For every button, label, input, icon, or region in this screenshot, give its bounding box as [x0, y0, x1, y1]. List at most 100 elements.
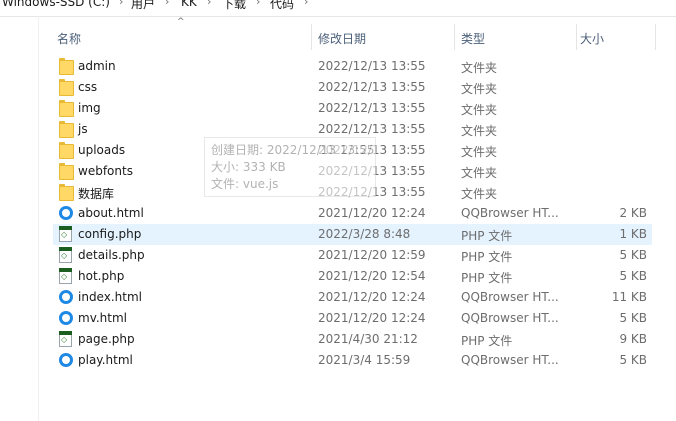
file-row[interactable]: about.html 2021/12/20 12:24 QQBrowser HT..… [53, 203, 652, 224]
file-date: 2021/4/30 21:12 [318, 332, 418, 346]
column-divider[interactable] [454, 24, 455, 50]
folder-icon [59, 121, 74, 138]
php-file-icon [59, 226, 72, 242]
file-row[interactable]: hot.php 2021/12/20 12:54 PHP 文件 5 KB [53, 266, 652, 287]
breadcrumb-downloads[interactable]: 下载 [222, 0, 246, 12]
file-type: QQBrowser HT... [461, 206, 559, 220]
folder-icon [59, 142, 74, 159]
folder-icon [59, 58, 74, 75]
qqbrowser-html-icon [59, 311, 73, 325]
folder-icon [59, 100, 74, 117]
breadcrumb-current[interactable]: 代码 [270, 0, 294, 12]
file-date: 2022/12/13 13:55 [318, 80, 426, 94]
file-name: about.html [78, 206, 144, 220]
qqbrowser-html-icon [59, 353, 73, 367]
file-row[interactable]: page.php 2021/4/30 21:12 PHP 文件 9 KB [53, 329, 652, 350]
chevron-right-icon[interactable]: › [165, 0, 169, 8]
file-date: 2021/12/20 12:54 [318, 269, 426, 283]
file-row[interactable]: index.html 2021/12/20 12:24 QQBrowser HT..… [53, 287, 652, 308]
column-divider[interactable] [576, 24, 577, 50]
file-size: 2 KB [619, 206, 647, 220]
folder-icon [59, 79, 74, 96]
file-name: css [78, 80, 98, 94]
chevron-right-icon[interactable]: › [304, 0, 308, 8]
file-type: 文件夹 [461, 124, 498, 138]
file-name: details.php [78, 248, 145, 262]
file-row[interactable]: mv.html 2021/12/20 12:24 QQBrowser HT... 5 … [53, 308, 652, 329]
chevron-right-icon[interactable]: › [119, 0, 123, 8]
column-header-date[interactable]: 修改日期 [318, 30, 366, 47]
file-name: config.php [78, 227, 142, 241]
file-type: PHP 文件 [461, 229, 513, 243]
column-header-type[interactable]: 类型 [461, 30, 485, 47]
file-type: 文件夹 [461, 61, 498, 75]
file-size: 5 KB [619, 311, 647, 325]
file-date: 2021/12/20 12:24 [318, 206, 426, 220]
file-type: 文件夹 [461, 82, 498, 96]
file-date: 2022/12/13 13:55 [318, 101, 426, 115]
file-type: PHP 文件 [461, 250, 513, 264]
file-type: PHP 文件 [461, 334, 513, 348]
file-size: 5 KB [619, 269, 647, 283]
breadcrumb: Windows-SSD (C:) › 用户 › KK › 下载 › 代码 › [0, 0, 676, 17]
qqbrowser-html-icon [59, 206, 73, 220]
file-type: 文件夹 [461, 166, 498, 180]
file-date: 2021/12/20 12:24 [318, 311, 426, 325]
breadcrumb-drive[interactable]: Windows-SSD (C:) [2, 0, 110, 9]
file-type: QQBrowser HT... [461, 311, 559, 325]
file-size: 1 KB [619, 227, 647, 241]
column-header-bar: ^ 名称 修改日期 类型 大小 [52, 17, 656, 50]
column-divider[interactable] [655, 24, 656, 50]
tooltip-file: 文件: vue.js [211, 177, 279, 191]
file-name: uploads [78, 143, 126, 157]
file-size: 11 KB [611, 290, 647, 304]
chevron-right-icon[interactable]: › [256, 0, 260, 8]
navigation-pane-divider[interactable] [38, 16, 39, 421]
tooltip-created: 创建日期: 2022/12/13 13:55 [211, 143, 375, 157]
tooltip-size: 大小: 333 KB [211, 160, 286, 174]
file-row[interactable]: details.php 2021/12/20 12:59 PHP 文件 5 KB [53, 245, 652, 266]
file-info-tooltip: 创建日期: 2022/12/13 13:55 大小: 333 KB 文件: vu… [204, 137, 376, 197]
php-file-icon [59, 247, 72, 263]
file-size: 9 KB [619, 332, 647, 346]
file-row[interactable]: admin 2022/12/13 13:55 文件夹 [53, 56, 652, 77]
file-date: 2021/12/20 12:59 [318, 248, 426, 262]
file-type: QQBrowser HT... [461, 353, 559, 367]
folder-icon [59, 184, 74, 201]
php-file-icon [59, 268, 72, 284]
file-date: 2021/3/4 15:59 [318, 353, 411, 367]
file-name: mv.html [78, 311, 128, 325]
chevron-right-icon[interactable]: › [207, 0, 211, 8]
file-row[interactable]: play.html 2021/3/4 15:59 QQBrowser HT... 5 … [53, 350, 652, 371]
file-row-selected[interactable]: config.php 2022/3/28 8:48 PHP 文件 1 KB [53, 224, 652, 245]
column-header-size[interactable]: 大小 [580, 30, 604, 47]
column-header-name[interactable]: 名称 [57, 30, 81, 47]
breadcrumb-users[interactable]: 用户 [131, 0, 155, 12]
file-row[interactable]: img 2022/12/13 13:55 文件夹 [53, 98, 652, 119]
file-type: 文件夹 [461, 187, 498, 201]
file-date: 2021/12/20 12:24 [318, 290, 426, 304]
file-type: 文件夹 [461, 103, 498, 117]
file-name: page.php [78, 332, 135, 346]
column-divider[interactable] [311, 24, 312, 50]
file-name: play.html [78, 353, 133, 367]
file-type: QQBrowser HT... [461, 290, 559, 304]
file-name: index.html [78, 290, 142, 304]
file-name: img [78, 101, 101, 115]
file-date: 2022/12/13 13:55 [318, 122, 426, 136]
file-size: 5 KB [619, 248, 647, 262]
file-date: 2022/3/28 8:48 [318, 227, 411, 241]
file-type: 文件夹 [461, 145, 498, 159]
file-row[interactable]: css 2022/12/13 13:55 文件夹 [53, 77, 652, 98]
file-name: admin [78, 59, 116, 73]
folder-icon [59, 163, 74, 180]
file-name: webfonts [78, 164, 133, 178]
sort-up-icon: ^ [177, 17, 185, 27]
php-file-icon [59, 331, 72, 347]
file-name: js [78, 122, 88, 136]
breadcrumb-user[interactable]: KK [181, 0, 197, 9]
file-date: 2022/12/13 13:55 [318, 59, 426, 73]
file-name: 数据库 [78, 187, 115, 201]
file-size: 5 KB [619, 353, 647, 367]
qqbrowser-html-icon [59, 290, 73, 304]
